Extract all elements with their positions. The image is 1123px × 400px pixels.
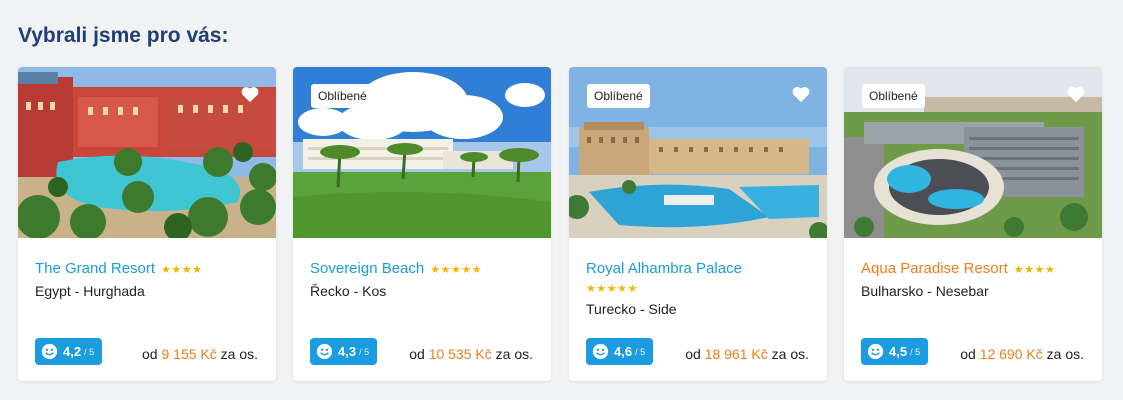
star-rating: ★★★★★ [586, 283, 638, 295]
price-amount: 18 961 Kč [704, 346, 768, 362]
popular-badge: Oblíbené [862, 84, 925, 108]
hotel-title-row: Sovereign Beach ★★★★★ [310, 260, 540, 278]
hotel-card[interactable]: Oblíbené Aqua Paradise Resort ★★★★ Bulhar… [844, 67, 1102, 381]
star-rating: ★★★★ [1013, 264, 1056, 276]
heart-icon[interactable] [1066, 85, 1086, 103]
price: od 18 961 Kč za os. [685, 346, 809, 362]
rating-max: / 5 [84, 346, 95, 357]
price-amount: 12 690 Kč [979, 346, 1043, 362]
price: od 12 690 Kč za os. [960, 346, 1084, 362]
section-title: Vybrali jsme pro vás: [18, 24, 229, 47]
smile-icon [316, 343, 333, 360]
star-rating: ★★★★ [161, 264, 203, 276]
hotel-location: Turecko - Side [586, 301, 677, 317]
popular-badge: Oblíbené [587, 84, 650, 108]
rating-max: / 5 [910, 346, 921, 357]
price-prefix: od [142, 346, 158, 362]
hotel-photo[interactable]: Oblíbené [569, 67, 827, 238]
price: od 9 155 Kč za os. [142, 346, 258, 362]
hotel-location: Bulharsko - Nesebar [861, 283, 989, 299]
star-rating: ★★★★★ [430, 264, 483, 276]
rating-max: / 5 [359, 346, 370, 357]
rating-badge: 4,3 / 5 [310, 338, 378, 365]
price-prefix: od [409, 346, 425, 362]
hotel-title-row: Royal Alhambra Palace ★★★★★ [586, 260, 816, 295]
hotel-name-link[interactable]: Aqua Paradise Resort [861, 260, 1008, 277]
hotel-location: Egypt - Hurghada [35, 283, 145, 299]
price-suffix: za os. [220, 346, 258, 362]
hotel-name-link[interactable]: Sovereign Beach [310, 260, 424, 277]
rating-badge: 4,5 / 5 [861, 338, 929, 365]
rating-score: 4,6 [614, 344, 633, 359]
hotel-photo[interactable]: Oblíbené [844, 67, 1102, 238]
hotel-card[interactable]: The Grand Resort ★★★★ Egypt - Hurghada 4,… [18, 67, 276, 381]
price: od 10 535 Kč za os. [409, 346, 533, 362]
price-suffix: za os. [495, 346, 533, 362]
rating-badge: 4,6 / 5 [586, 338, 654, 365]
price-suffix: za os. [1046, 346, 1084, 362]
hotel-title-row: The Grand Resort ★★★★ [35, 260, 265, 278]
hotel-name-link[interactable]: Royal Alhambra Palace [586, 260, 742, 277]
rating-badge: 4,2 / 5 [35, 338, 103, 365]
hotel-photo[interactable] [18, 67, 276, 238]
popular-badge: Oblíbené [311, 84, 374, 108]
smile-icon [592, 343, 609, 360]
hotel-card[interactable]: Oblíbené Sovereign Beach ★★★★★ Řecko - Ko… [293, 67, 551, 381]
smile-icon [41, 343, 58, 360]
hotel-title-row: Aqua Paradise Resort ★★★★ [861, 260, 1091, 278]
hotel-photo[interactable]: Oblíbené [293, 67, 551, 238]
heart-icon[interactable] [791, 85, 811, 103]
rating-score: 4,2 [63, 344, 82, 359]
price-amount: 9 155 Kč [161, 346, 217, 362]
hotel-location: Řecko - Kos [310, 283, 387, 299]
price-prefix: od [685, 346, 701, 362]
price-amount: 10 535 Kč [428, 346, 492, 362]
price-suffix: za os. [771, 346, 809, 362]
price-prefix: od [960, 346, 976, 362]
rating-score: 4,5 [889, 344, 908, 359]
smile-icon [867, 343, 884, 360]
rating-max: / 5 [635, 346, 646, 357]
rating-score: 4,3 [338, 344, 357, 359]
hotel-name-link[interactable]: The Grand Resort [35, 260, 155, 277]
heart-icon[interactable] [240, 85, 260, 103]
hotel-card[interactable]: Oblíbené Royal Alhambra Palace ★★★★★ Ture… [569, 67, 827, 381]
